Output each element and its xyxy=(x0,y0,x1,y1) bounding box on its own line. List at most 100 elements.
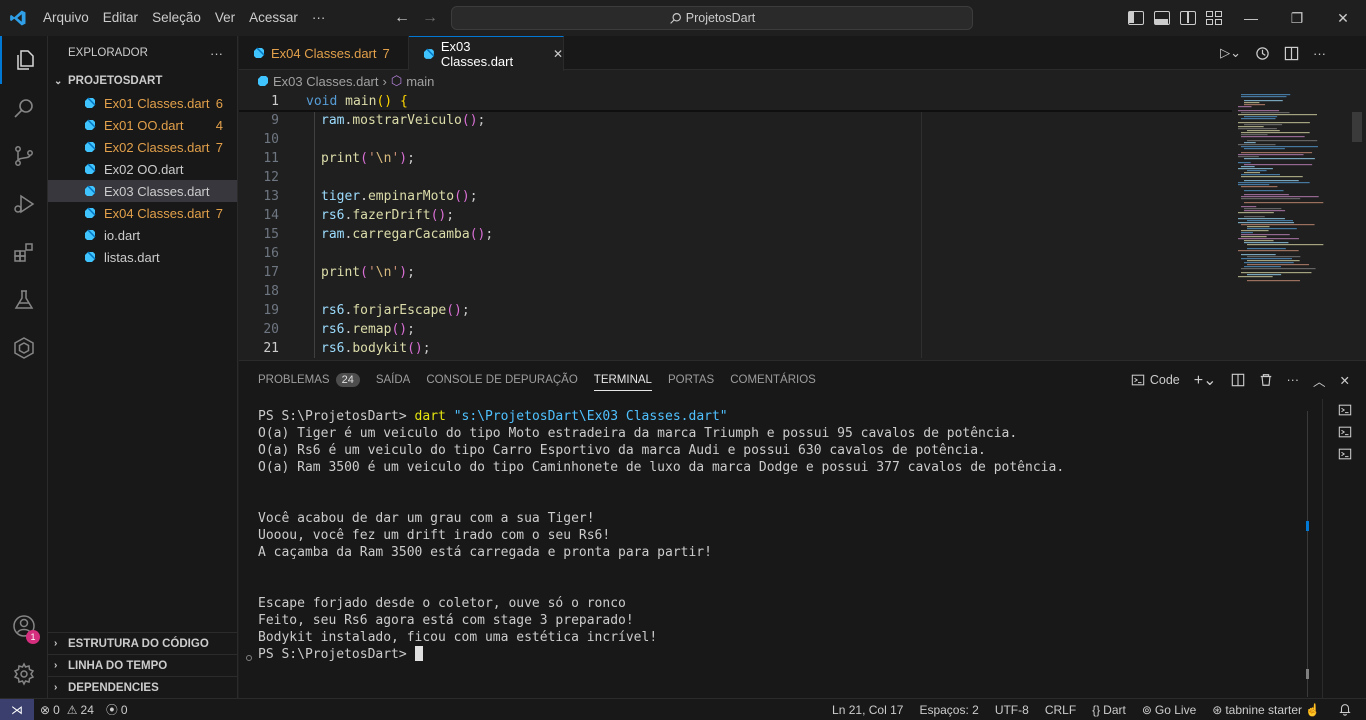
restore-icon[interactable]: ❐ xyxy=(1274,0,1320,36)
menu-arquivo[interactable]: Arquivo xyxy=(36,0,96,36)
tab-problems[interactable]: PROBLEMAS 24 xyxy=(258,373,360,387)
run-debug-icon[interactable] xyxy=(0,180,48,228)
terminal-output[interactable]: PS S:\ProjetosDart> dart "s:\ProjetosDar… xyxy=(258,408,1064,663)
search-activity-icon[interactable] xyxy=(0,84,48,132)
code-line[interactable]: 14 rs6.fazerDrift(); xyxy=(239,206,1232,225)
tab-ex03-classes[interactable]: Ex03 Classes.dart ✕ xyxy=(409,36,564,71)
file-item[interactable]: Ex02 Classes.dart 7 xyxy=(48,136,237,158)
file-item[interactable]: io.dart xyxy=(48,224,237,246)
go-live[interactable]: ⊚ Go Live xyxy=(1136,703,1202,717)
code-line[interactable]: 11 print('\n'); xyxy=(239,149,1232,168)
file-item[interactable]: Ex01 Classes.dart 6 xyxy=(48,92,237,114)
close-window-icon[interactable]: ✕ xyxy=(1320,0,1366,36)
timeline-section[interactable]: › LINHA DO TEMPO xyxy=(48,654,238,676)
accounts-icon[interactable]: 1 xyxy=(0,602,48,650)
tab-output[interactable]: SAÍDA xyxy=(376,374,411,386)
end-of-line[interactable]: CRLF xyxy=(1039,703,1082,717)
back-arrow-icon[interactable]: ← xyxy=(394,9,410,27)
line-number: 16 xyxy=(263,246,279,261)
menu-bar: Arquivo Editar Seleção Ver Acessar ··· xyxy=(36,0,332,36)
testing-icon[interactable] xyxy=(0,276,48,324)
tab-comments[interactable]: COMENTÁRIOS xyxy=(730,374,816,386)
tabnine-status[interactable]: ⊛ tabnine starter ☝ xyxy=(1206,703,1326,717)
cursor-position[interactable]: Ln 21, Col 17 xyxy=(826,703,909,717)
code-line[interactable]: 20 rs6.remap(); xyxy=(239,320,1232,339)
breadcrumb-file[interactable]: Ex03 Classes.dart xyxy=(273,74,379,89)
sticky-scroll-line[interactable]: 1 void main() { xyxy=(239,92,1232,111)
close-panel-icon[interactable]: ✕ xyxy=(1340,373,1350,388)
code-line[interactable]: 9 ram.mostrarVeiculo(); xyxy=(239,111,1232,130)
file-item[interactable]: Ex02 OO.dart xyxy=(48,158,237,180)
toggle-secondary-sidebar-icon[interactable] xyxy=(1180,11,1196,25)
project-folder-header[interactable]: ⌄ PROJETOSDART xyxy=(48,70,237,92)
menu-ver[interactable]: Ver xyxy=(208,0,242,36)
forward-arrow-icon[interactable]: → xyxy=(422,9,438,27)
minimize-icon[interactable]: — xyxy=(1228,0,1274,36)
code-line[interactable]: 13 tiger.empinarMoto(); xyxy=(239,187,1232,206)
extensions-icon[interactable] xyxy=(0,228,48,276)
editor-scrollbar[interactable] xyxy=(1352,112,1362,142)
code-line[interactable]: 12 xyxy=(239,168,1232,187)
code-line[interactable]: 16 xyxy=(239,244,1232,263)
more-actions-icon[interactable]: ··· xyxy=(1313,46,1326,61)
tab-terminal[interactable]: TERMINAL xyxy=(593,369,652,391)
trash-icon[interactable] xyxy=(1259,373,1273,387)
terminal-instance-icon[interactable] xyxy=(1323,443,1366,465)
terminal-output-lines: O(a) Tiger é um veiculo do tipo Moto est… xyxy=(258,425,1064,646)
encoding[interactable]: UTF-8 xyxy=(989,703,1035,717)
menu-selecao[interactable]: Seleção xyxy=(145,0,208,36)
maximize-panel-icon[interactable]: ︿ xyxy=(1313,371,1326,390)
terminal-instance-icon[interactable] xyxy=(1323,399,1366,421)
remote-explorer-icon[interactable] xyxy=(0,324,48,372)
indentation[interactable]: Espaços: 2 xyxy=(913,703,984,717)
toggle-primary-sidebar-icon[interactable] xyxy=(1128,11,1144,25)
explorer-icon[interactable] xyxy=(0,36,48,84)
tab-ex04-classes[interactable]: Ex04 Classes.dart 7 xyxy=(239,36,409,70)
terminal-instance-icon[interactable] xyxy=(1323,421,1366,443)
file-item[interactable]: Ex04 Classes.dart 7 xyxy=(48,202,237,224)
code-line[interactable]: 10 xyxy=(239,130,1232,149)
tab-debug-console[interactable]: CONSOLE DE DEPURAÇÃO xyxy=(426,374,577,386)
terminal-shell-selector[interactable]: Code xyxy=(1131,373,1180,387)
code-line[interactable]: 17 print('\n'); xyxy=(239,263,1232,282)
toggle-panel-icon[interactable] xyxy=(1154,11,1170,25)
file-name: io.dart xyxy=(104,227,141,243)
problems-status[interactable]: ⊗ 0 ⚠ 24 xyxy=(34,703,100,717)
run-icon[interactable]: ▷⌄ xyxy=(1220,45,1241,61)
explorer-more-icon[interactable]: ··· xyxy=(210,46,223,61)
language-mode[interactable]: {} Dart xyxy=(1086,703,1132,717)
more-actions-icon[interactable]: ··· xyxy=(1287,373,1300,387)
warning-icon: ⚠ xyxy=(66,702,78,717)
file-item[interactable]: Ex03 Classes.dart xyxy=(48,180,237,202)
menu-acessar[interactable]: Acessar xyxy=(242,0,305,36)
code-line[interactable]: 21 rs6.bodykit(); xyxy=(239,339,1232,358)
command-center[interactable]: ProjetosDart xyxy=(451,6,973,30)
split-terminal-icon[interactable] xyxy=(1231,373,1245,387)
file-item[interactable]: Ex01 OO.dart 4 xyxy=(48,114,237,136)
code-line[interactable]: 19 rs6.forjarEscape(); xyxy=(239,301,1232,320)
tab-ports[interactable]: PORTAS xyxy=(668,374,714,386)
ports-status[interactable]: ⦿ 0 xyxy=(100,701,134,718)
manage-gear-icon[interactable] xyxy=(0,650,48,698)
file-item[interactable]: listas.dart xyxy=(48,246,237,268)
minimap[interactable] xyxy=(1238,92,1348,360)
minimap-line xyxy=(1247,274,1282,276)
menu-more[interactable]: ··· xyxy=(305,0,333,36)
remote-indicator-icon[interactable]: ⋊ xyxy=(0,698,34,720)
command-decoration-icon[interactable] xyxy=(246,655,252,661)
menu-editar[interactable]: Editar xyxy=(96,0,145,36)
breadcrumb-symbol[interactable]: main xyxy=(406,74,434,89)
code-line[interactable]: 18 xyxy=(239,282,1232,301)
close-tab-icon[interactable]: ✕ xyxy=(553,47,563,61)
code-line[interactable]: 15 ram.carregarCacamba(); xyxy=(239,225,1232,244)
notifications-bell-icon[interactable] xyxy=(1338,702,1352,719)
customize-layout-icon[interactable] xyxy=(1206,11,1222,25)
split-editor-icon[interactable] xyxy=(1284,46,1299,61)
code-editor[interactable]: 1 void main() { 9 ram.mostrarVeiculo(); 10… xyxy=(239,92,1366,360)
source-control-icon[interactable] xyxy=(0,132,48,180)
outline-section[interactable]: › ESTRUTURA DO CÓDIGO xyxy=(48,632,238,654)
new-terminal-icon[interactable]: +⌄ xyxy=(1194,370,1217,390)
dependencies-section[interactable]: › DEPENDENCIES xyxy=(48,676,238,698)
terminal-scrollbar[interactable] xyxy=(1306,411,1309,697)
timeline-history-icon[interactable] xyxy=(1255,46,1270,61)
